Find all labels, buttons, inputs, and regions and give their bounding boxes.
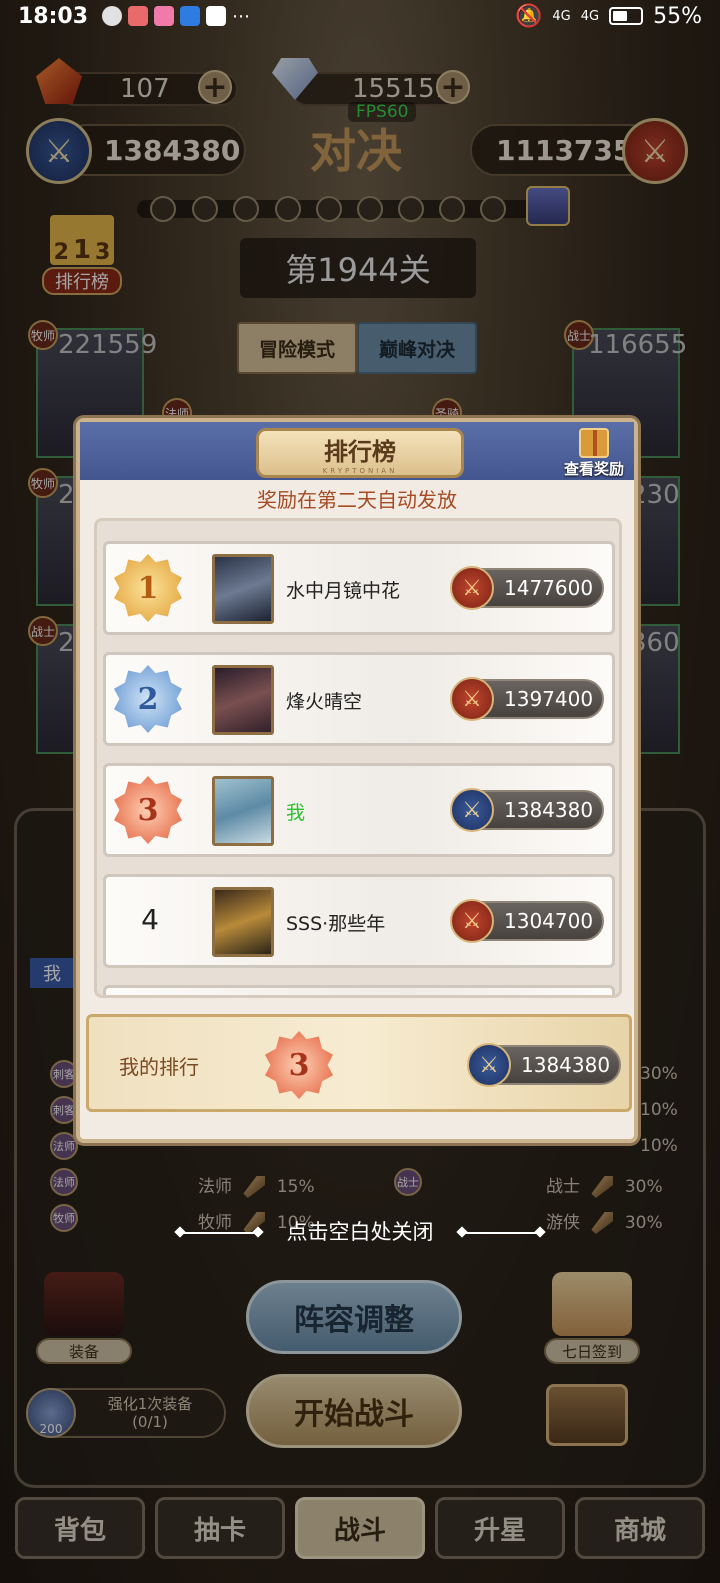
ranking-row[interactable]: 3 我 ⚔ 1384380 [103, 763, 615, 857]
hint-divider [179, 1232, 258, 1234]
bilibili-icon [154, 6, 175, 26]
crossed-swords-icon: ⚔ [450, 677, 494, 721]
my-score: ⚔ 1384380 [467, 1043, 621, 1087]
rank-number: 1 [137, 570, 159, 606]
ranking-row-partial[interactable] [103, 985, 615, 995]
my-rank-number: 3 [288, 1047, 310, 1083]
battery-icon [609, 7, 644, 25]
ranking-row[interactable]: 1 水中月镜中花 ⚔ 1477600 [103, 541, 615, 635]
score-value: 1384380 [504, 798, 594, 822]
reward-notice: 奖励在第二天自动发放 [257, 488, 457, 512]
modal-title: 排行榜 KRYPTONIAN [256, 428, 464, 478]
rank-number: 4 [141, 903, 159, 936]
bronze-medal-icon: 3 [265, 1031, 333, 1099]
player-avatar [212, 554, 274, 624]
player-score: ⚔ 1304700 [450, 899, 604, 943]
gold-medal-icon: 1 [114, 554, 182, 622]
my-rank-label: 我的排行 [119, 1055, 199, 1079]
player-score: ⚔ 1477600 [450, 566, 604, 610]
player-avatar [212, 776, 274, 846]
player-avatar [212, 887, 274, 957]
score-value: 1477600 [504, 576, 594, 600]
silver-medal-icon: 2 [114, 665, 182, 733]
cell-4g-icon: 4G [580, 8, 600, 24]
hint-divider [462, 1232, 541, 1234]
battery-percent: 55% [653, 3, 702, 29]
player-avatar [212, 665, 274, 735]
player-name: 烽火晴空 [286, 691, 363, 713]
mute-icon: 🔕 [514, 3, 543, 29]
clock: 18:03 [18, 3, 89, 29]
rank-number: 3 [137, 792, 159, 828]
book-app-icon [128, 6, 149, 26]
close-hint: 点击空白处关闭 [0, 1216, 720, 1246]
ranking-list[interactable]: 1 水中月镜中花 ⚔ 1477600 2 烽火晴空 ⚔ 1397400 3 我 … [94, 518, 622, 998]
score-value: 1304700 [504, 909, 594, 933]
ranking-row[interactable]: 2 烽火晴空 ⚔ 1397400 [103, 652, 615, 746]
lightbulb-app-icon [180, 6, 201, 26]
view-reward-button[interactable]: 查看奖励 [560, 428, 628, 479]
ranking-modal: 排行榜 KRYPTONIAN 查看奖励 奖励在第二天自动发放 1 水中月镜中花 … [76, 418, 638, 1143]
crossed-swords-icon: ⚔ [450, 566, 494, 610]
player-score: ⚔ 1384380 [450, 788, 604, 832]
modal-title-subtext: KRYPTONIAN [322, 466, 398, 475]
crossed-swords-icon: ⚔ [450, 899, 494, 943]
qq-icon [206, 6, 227, 26]
player-score: ⚔ 1397400 [450, 677, 604, 721]
modal-title-text: 排行榜 [324, 437, 396, 466]
view-reward-label: 查看奖励 [563, 460, 624, 478]
my-rank-bar: 我的排行 3 ⚔ 1384380 [86, 1014, 632, 1112]
more-notifications-icon: ⋯ [232, 5, 251, 27]
rank-number: 2 [137, 681, 159, 717]
bronze-medal-icon: 3 [114, 776, 182, 844]
player-name: 我 [286, 802, 306, 824]
my-score-value: 1384380 [521, 1053, 611, 1077]
crossed-swords-icon: ⚔ [467, 1043, 511, 1087]
wechat-icon [102, 6, 123, 26]
gift-box-icon [579, 428, 609, 458]
ranking-row[interactable]: 4 SSS·那些年 ⚔ 1304700 [103, 874, 615, 968]
status-bar: 18:03 ⋯ 🔕 4G 4G 55% [0, 0, 720, 32]
score-value: 1397400 [504, 687, 594, 711]
notification-icons: ⋯ [102, 6, 250, 27]
close-hint-text: 点击空白处关闭 [286, 1220, 434, 1244]
crossed-swords-icon: ⚔ [450, 788, 494, 832]
player-name: 水中月镜中花 [286, 580, 401, 602]
wifi-4g-icon: 4G [552, 8, 571, 24]
player-name: SSS·那些年 [286, 913, 386, 935]
